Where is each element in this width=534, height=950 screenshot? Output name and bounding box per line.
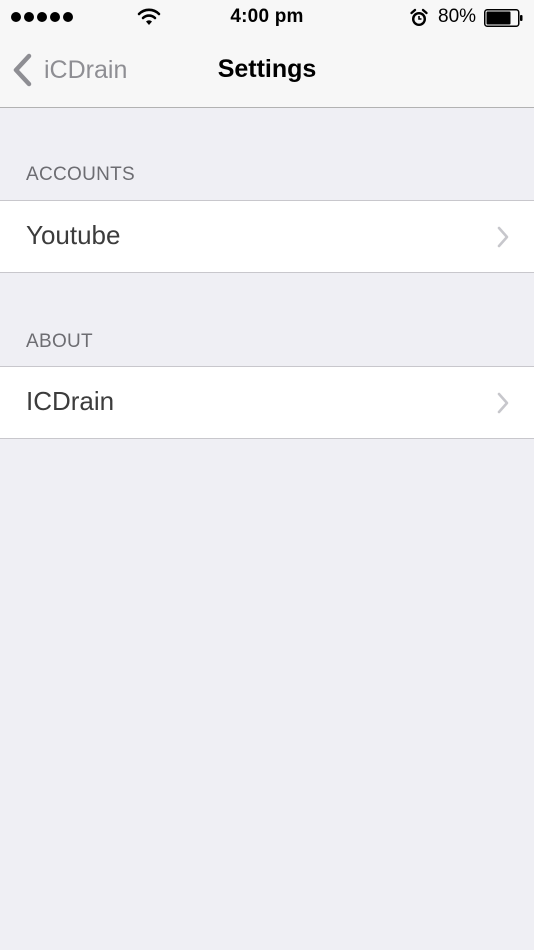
section-header-about: ABOUT: [26, 331, 93, 352]
page-title: Settings: [217, 55, 317, 83]
alarm-icon: [410, 8, 428, 26]
chevron-right-icon: [497, 392, 509, 414]
header: 4:00 pm 80% iCDrain Settings: [0, 0, 534, 108]
list-item-label: Youtube: [26, 220, 121, 250]
section-header-accounts: ACCOUNTS: [26, 164, 136, 185]
list-item-youtube[interactable]: Youtube: [0, 200, 534, 273]
list-item-label: ICDrain: [26, 386, 115, 416]
list-item-icdrain[interactable]: ICDrain: [0, 366, 534, 439]
status-bar: 4:00 pm 80%: [0, 0, 534, 36]
chevron-right-icon: [497, 226, 509, 248]
settings-screen: 4:00 pm 80% iCDrain Settings ACCOUNTS Yo…: [0, 0, 534, 950]
navigation-bar: iCDrain Settings: [0, 36, 534, 108]
battery-percent: 80%: [438, 6, 477, 27]
battery-icon: [484, 9, 523, 27]
